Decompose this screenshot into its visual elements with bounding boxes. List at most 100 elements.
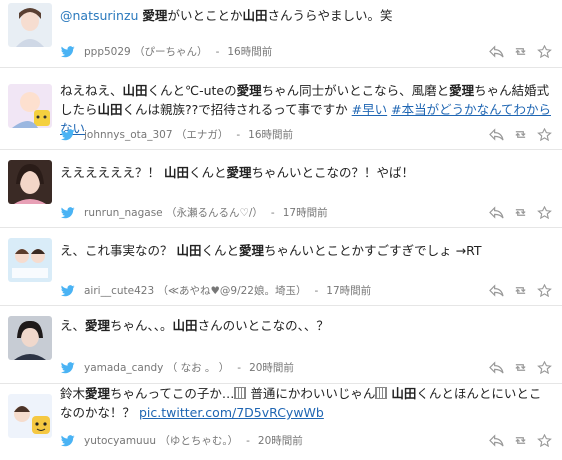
highlighted-keyword: 山田	[391, 386, 417, 401]
favorite-star-icon[interactable]	[537, 128, 552, 141]
text-segment: ちゃん同士がいとこなら、風磨と	[261, 83, 450, 98]
mention-link[interactable]: @natsurinzu	[60, 8, 138, 23]
highlighted-keyword: 山田	[163, 165, 189, 180]
text-segment: くんと	[189, 165, 227, 180]
user-handle[interactable]: johnnys_ota_307	[84, 129, 173, 141]
avatar[interactable]	[8, 238, 52, 282]
text-segment: くんと	[201, 243, 240, 258]
favorite-star-icon[interactable]	[537, 434, 552, 447]
highlighted-keyword: 山田	[97, 102, 123, 117]
hashtag-link[interactable]: #早い	[352, 102, 387, 117]
text-segment: え、これ事実なの？	[60, 243, 177, 258]
text-segment: くんと℃-uteの	[147, 83, 237, 98]
user-display-name: （ぴーちゃん）	[134, 46, 208, 58]
highlighted-keyword: 愛理	[85, 386, 111, 401]
media-link[interactable]: pic.twitter.com/7D5vRCywWb	[139, 405, 324, 420]
tweet-meta: runrun_nagase （永瀬るんるん♡/） -17時間前	[60, 205, 328, 220]
avatar[interactable]	[8, 316, 52, 360]
timestamp[interactable]: 20時間前	[249, 360, 294, 375]
reply-icon[interactable]	[489, 434, 504, 447]
user-handle[interactable]: ppp5029	[84, 46, 131, 58]
user-handle[interactable]: airi__cute423	[84, 285, 154, 297]
reply-icon[interactable]	[489, 128, 504, 141]
highlighted-keyword: 山田	[122, 83, 148, 98]
twitter-bird-icon	[60, 206, 75, 218]
emoji-placeholder-icon	[234, 387, 247, 399]
avatar[interactable]	[8, 394, 52, 438]
text-segment: さんうらやましい。笑	[267, 8, 393, 23]
text-segment: ちゃん、、。	[110, 318, 173, 333]
reply-icon[interactable]	[489, 284, 504, 297]
reply-icon[interactable]	[489, 361, 504, 374]
retweet-icon[interactable]	[513, 284, 528, 297]
tweet-meta: ppp5029 （ぴーちゃん） -16時間前	[60, 44, 272, 59]
reply-icon[interactable]	[489, 45, 504, 58]
avatar[interactable]	[8, 160, 52, 204]
tweet-text: @natsurinzu 愛理がいとことか山田さんうらやましい。笑	[60, 6, 552, 25]
twitter-bird-icon	[60, 128, 75, 140]
reply-icon[interactable]	[489, 206, 504, 219]
twitter-bird-icon	[60, 45, 75, 57]
highlighted-keyword: 愛理	[226, 165, 252, 180]
text-segment: がいとことか	[167, 8, 243, 23]
twitter-bird-icon	[60, 434, 75, 446]
text-segment: さんのいとこなの、、？	[197, 318, 329, 333]
highlighted-keyword: 山田	[242, 8, 268, 23]
tweet-feed: @natsurinzu 愛理がいとことか山田さんうらやましい。笑 ppp5029…	[0, 0, 562, 460]
text-segment: 普通にかわいいじゃん	[246, 386, 376, 401]
tweet-text: 鈴木愛理ちゃんってこの子か… 普通にかわいいじゃん 山田くんとほんとにいとこなの…	[60, 384, 552, 422]
highlighted-keyword: 愛理	[236, 83, 262, 98]
favorite-star-icon[interactable]	[537, 361, 552, 374]
twitter-bird-icon	[60, 284, 75, 296]
tweet-text: ええええええ？！ 山田くんと愛理ちゃんいとこなの？！やば！	[60, 163, 552, 182]
highlighted-keyword: 愛理	[85, 318, 111, 333]
tweet: 鈴木愛理ちゃんってこの子か… 普通にかわいいじゃん 山田くんとほんとにいとこなの…	[0, 384, 562, 460]
user-display-name: （ゆとちゃむ。）	[159, 435, 239, 447]
retweet-icon[interactable]	[513, 434, 528, 447]
highlighted-keyword: 山田	[172, 318, 198, 333]
retweet-icon[interactable]	[513, 206, 528, 219]
tweet-text: え、これ事実なの？ 山田くんと愛理ちゃんいとことかすごすぎでしょ →RT	[60, 241, 552, 260]
user-display-name: （永瀬るんるん♡/）	[165, 207, 263, 219]
highlighted-keyword: 愛理	[142, 8, 168, 23]
tweet: @natsurinzu 愛理がいとことか山田さんうらやましい。笑 ppp5029…	[0, 0, 562, 68]
retweet-icon[interactable]	[513, 45, 528, 58]
user-handle[interactable]: yutocyamuuu	[84, 435, 156, 447]
text-segment: え、	[60, 318, 86, 333]
timestamp[interactable]: 17時間前	[283, 205, 328, 220]
tweet-meta: airi__cute423 （≪あやね♥@9/22娘。埼玉） -17時間前	[60, 283, 371, 298]
user-display-name: （エナガ）	[175, 129, 229, 141]
favorite-star-icon[interactable]	[537, 45, 552, 58]
highlighted-keyword: 愛理	[239, 243, 265, 258]
user-display-name: （≪あやね♥@9/22娘。埼玉）	[157, 285, 307, 297]
text-segment: 鈴木	[60, 386, 86, 401]
highlighted-keyword: 愛理	[449, 83, 475, 98]
highlighted-keyword: 山田	[176, 243, 202, 258]
tweet: え、これ事実なの？ 山田くんと愛理ちゃんいとことかすごすぎでしょ →RT air…	[0, 228, 562, 306]
favorite-star-icon[interactable]	[537, 206, 552, 219]
user-handle[interactable]: yamada_candy	[84, 362, 163, 374]
text-segment: ちゃんいとこなの？！やば！	[251, 165, 415, 180]
tweet: ねえねえ、山田くんと℃-uteの愛理ちゃん同士がいとこなら、風磨と愛理ちゃん結婚…	[0, 68, 562, 150]
text-segment: ちゃんいとことかすごすぎでしょ →RT	[264, 243, 482, 258]
text-segment: ええええええ？！	[60, 165, 164, 180]
user-display-name: （ なお 。 ）	[166, 362, 230, 374]
retweet-icon[interactable]	[513, 361, 528, 374]
retweet-icon[interactable]	[513, 128, 528, 141]
timestamp[interactable]: 20時間前	[258, 433, 303, 448]
timestamp[interactable]: 16時間前	[227, 44, 272, 59]
avatar[interactable]	[8, 84, 52, 128]
tweet-text: え、愛理ちゃん、、。山田さんのいとこなの、、？	[60, 316, 552, 335]
emoji-placeholder-icon	[375, 387, 388, 399]
user-handle[interactable]: runrun_nagase	[84, 207, 163, 219]
tweet-meta: yutocyamuuu （ゆとちゃむ。） -20時間前	[60, 433, 303, 448]
timestamp[interactable]: 16時間前	[248, 127, 293, 142]
tweet: ええええええ？！ 山田くんと愛理ちゃんいとこなの？！やば！ runrun_nag…	[0, 150, 562, 228]
avatar[interactable]	[8, 3, 52, 47]
text-segment: くんは親族??で招待されるって事ですか	[122, 102, 352, 117]
timestamp[interactable]: 17時間前	[326, 283, 371, 298]
text-segment: ちゃんってこの子か…	[110, 386, 235, 401]
tweet: え、愛理ちゃん、、。山田さんのいとこなの、、？ yamada_candy （ な…	[0, 306, 562, 384]
text-segment: ねえねえ、	[60, 83, 123, 98]
favorite-star-icon[interactable]	[537, 284, 552, 297]
